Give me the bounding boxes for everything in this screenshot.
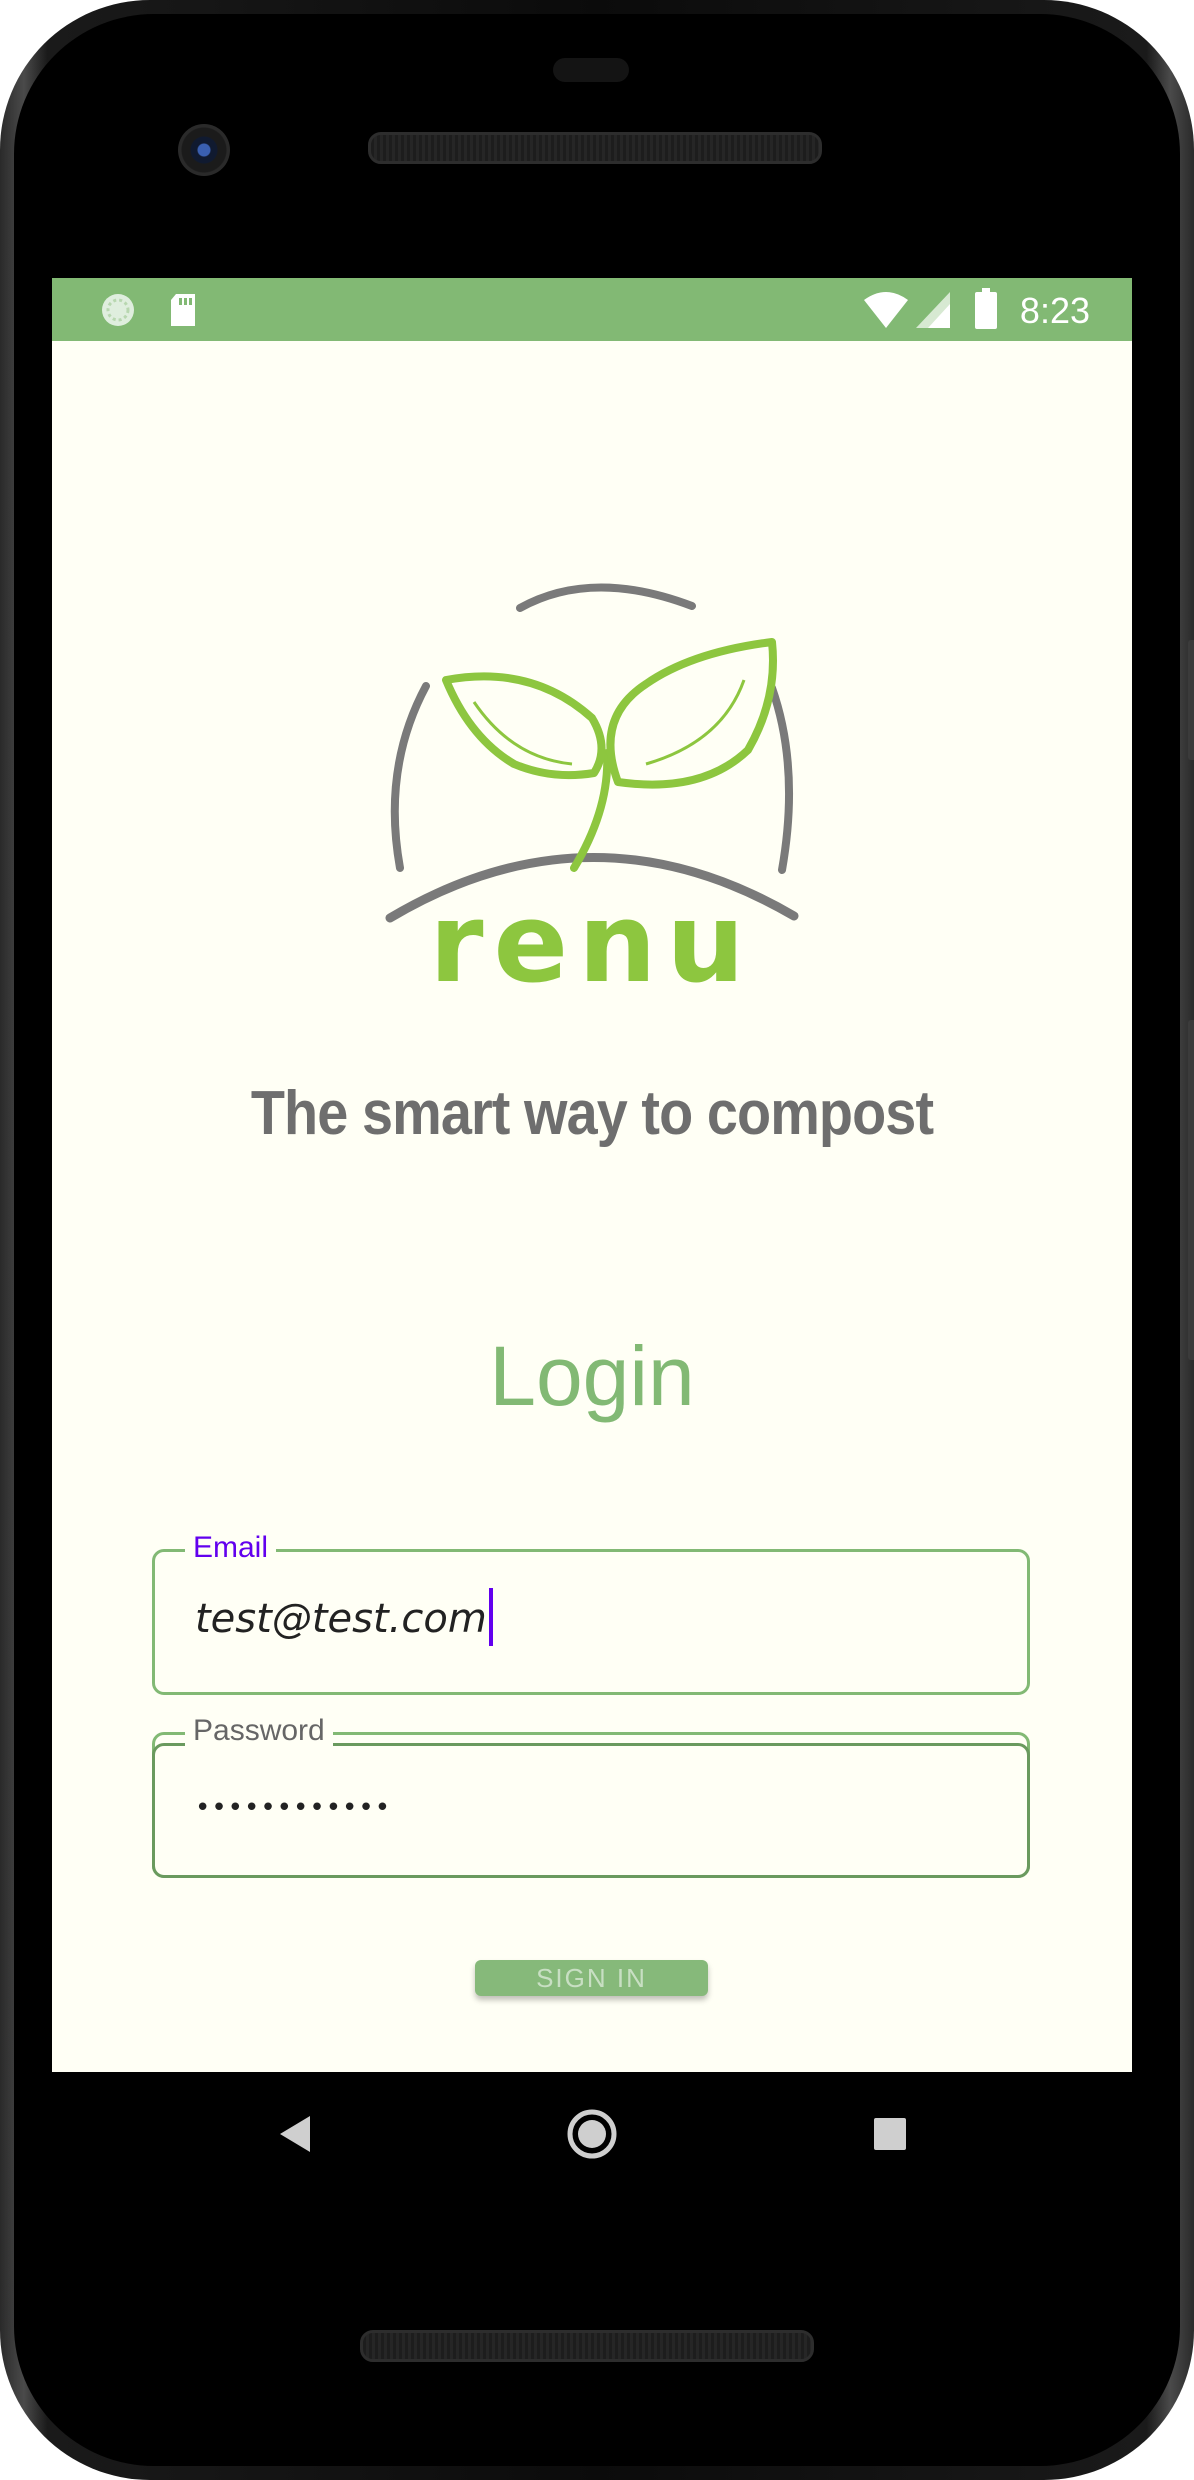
wifi-icon bbox=[862, 290, 910, 334]
power-button bbox=[1188, 640, 1194, 760]
logo-arc-top bbox=[516, 583, 696, 612]
logo-arc-left bbox=[390, 682, 430, 872]
password-field-label: Password bbox=[185, 1713, 333, 1749]
email-input-value: test@test.com bbox=[195, 1596, 487, 1642]
email-field[interactable]: Email test@test.com bbox=[152, 1530, 1030, 1695]
navigation-bar bbox=[52, 2072, 1132, 2198]
tagline: The smart way to compost bbox=[250, 1079, 934, 1148]
proximity-sensor bbox=[553, 58, 629, 82]
recents-icon[interactable] bbox=[872, 2116, 908, 2156]
status-time: 8:23 bbox=[1019, 290, 1090, 331]
sign-in-button[interactable]: SIGN IN bbox=[475, 1960, 708, 1996]
bottom-speaker bbox=[360, 2330, 814, 2362]
password-field[interactable]: Password •••••••••••• bbox=[152, 1713, 1030, 1878]
login-title: Login bbox=[489, 1329, 695, 1423]
home-icon[interactable] bbox=[566, 2108, 618, 2164]
renu-logo: renu bbox=[362, 568, 822, 1028]
email-input[interactable]: test@test.com bbox=[195, 1588, 493, 1646]
phone-frame: 8:23 renu The smart way to compost Login… bbox=[0, 0, 1194, 2480]
logo-wordmark: renu bbox=[429, 879, 755, 1007]
logo-left-leaf bbox=[442, 672, 606, 780]
sd-card-icon bbox=[168, 292, 198, 332]
back-icon[interactable] bbox=[274, 2112, 314, 2160]
volume-button bbox=[1188, 1020, 1194, 1360]
earpiece-speaker bbox=[368, 132, 822, 164]
logo-right-leaf bbox=[606, 638, 777, 789]
signal-icon bbox=[914, 290, 952, 334]
app-screen: 8:23 renu The smart way to compost Login… bbox=[52, 278, 1132, 2072]
logo-arc-right bbox=[768, 684, 793, 874]
battery-icon bbox=[974, 288, 998, 334]
password-input[interactable]: •••••••••••• bbox=[195, 1793, 391, 1823]
text-cursor bbox=[488, 1588, 493, 1646]
sync-icon bbox=[100, 292, 136, 332]
status-bar: 8:23 bbox=[52, 278, 1132, 341]
front-camera-icon bbox=[178, 124, 230, 176]
email-field-label: Email bbox=[185, 1530, 277, 1566]
